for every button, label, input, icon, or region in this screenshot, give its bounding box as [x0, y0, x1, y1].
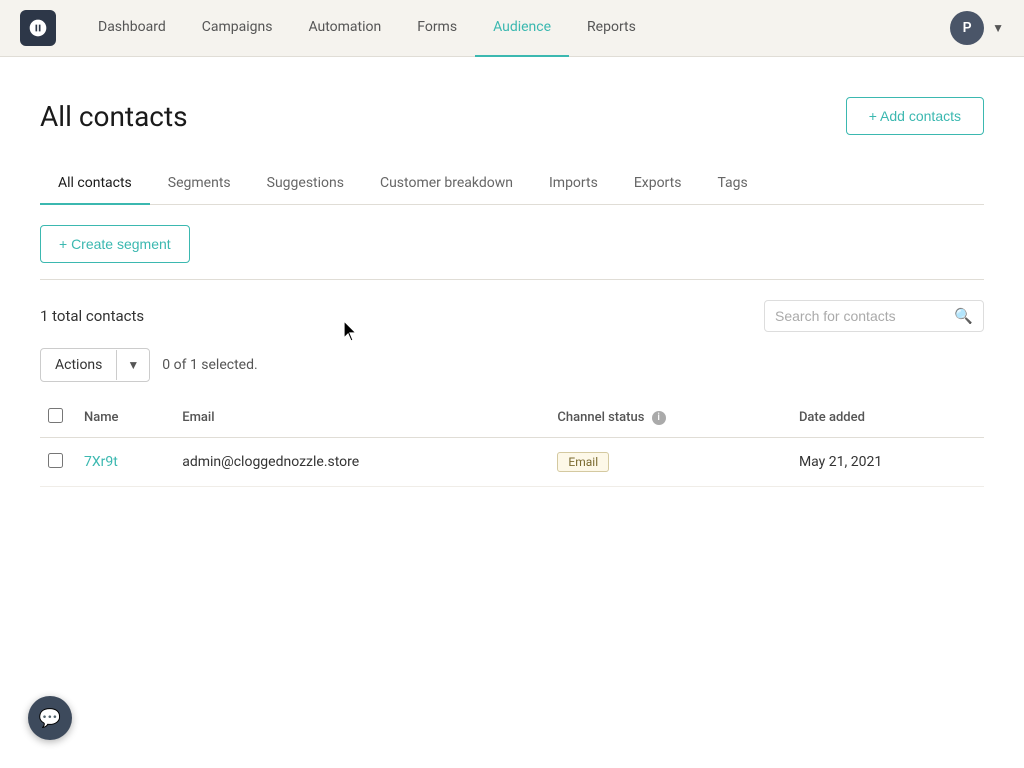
tab-segments[interactable]: Segments	[150, 163, 249, 205]
app-logo[interactable]	[20, 10, 56, 46]
search-box[interactable]: 🔍	[764, 300, 984, 332]
nav-forms[interactable]: Forms	[399, 0, 475, 57]
contacts-count: 1 total contacts	[40, 307, 144, 325]
contacts-table: Name Email Channel status i Date added 7…	[40, 398, 984, 487]
tab-exports[interactable]: Exports	[616, 163, 700, 205]
chat-icon: 💬	[39, 708, 61, 729]
toolbar: + Create segment	[40, 205, 984, 279]
tabs: All contacts Segments Suggestions Custom…	[40, 163, 984, 205]
row-checkbox[interactable]	[48, 453, 63, 468]
select-all-col	[40, 398, 76, 438]
nav-dashboard[interactable]: Dashboard	[80, 0, 184, 57]
nav-reports[interactable]: Reports	[569, 0, 654, 57]
avatar[interactable]: P	[950, 11, 984, 45]
nav-automation[interactable]: Automation	[290, 0, 399, 57]
tab-suggestions[interactable]: Suggestions	[249, 163, 362, 205]
table-header: Name Email Channel status i Date added	[40, 398, 984, 438]
create-segment-button[interactable]: + Create segment	[40, 225, 190, 263]
selected-count: 0 of 1 selected.	[162, 357, 257, 373]
table-row: 7Xr9t admin@cloggednozzle.store Email Ma…	[40, 438, 984, 487]
nav-audience[interactable]: Audience	[475, 0, 569, 57]
search-icon: 🔍	[954, 307, 973, 325]
actions-bar: Actions ▼ 0 of 1 selected.	[40, 348, 984, 382]
select-all-checkbox[interactable]	[48, 408, 63, 423]
row-channel-cell: Email	[549, 438, 791, 487]
search-input[interactable]	[775, 308, 946, 324]
row-checkbox-cell	[40, 438, 76, 487]
tab-all-contacts[interactable]: All contacts	[40, 163, 150, 205]
col-channel-status: Channel status i	[549, 398, 791, 438]
col-name: Name	[76, 398, 174, 438]
tab-customer-breakdown[interactable]: Customer breakdown	[362, 163, 531, 205]
table-body: 7Xr9t admin@cloggednozzle.store Email Ma…	[40, 438, 984, 487]
page-title: All contacts	[40, 100, 188, 133]
tab-tags[interactable]: Tags	[699, 163, 765, 205]
col-email: Email	[174, 398, 549, 438]
add-contacts-button[interactable]: + Add contacts	[846, 97, 984, 135]
contacts-section: 1 total contacts 🔍 Actions ▼ 0 of 1 sele…	[40, 280, 984, 487]
channel-status-info-icon: i	[652, 411, 666, 425]
contact-name-link[interactable]: 7Xr9t	[84, 454, 118, 470]
actions-dropdown: Actions ▼	[40, 348, 150, 382]
avatar-chevron-icon[interactable]: ▼	[992, 21, 1004, 35]
nav-right: P ▼	[950, 11, 1004, 45]
navbar: Dashboard Campaigns Automation Forms Aud…	[0, 0, 1024, 57]
row-date-cell: May 21, 2021	[791, 438, 984, 487]
page-header: All contacts + Add contacts	[40, 97, 984, 135]
tab-imports[interactable]: Imports	[531, 163, 616, 205]
actions-label[interactable]: Actions	[41, 349, 116, 381]
row-email-cell: admin@cloggednozzle.store	[174, 438, 549, 487]
main-content: All contacts + Add contacts All contacts…	[0, 57, 1024, 768]
chat-button[interactable]: 💬	[28, 696, 72, 740]
nav-links: Dashboard Campaigns Automation Forms Aud…	[80, 0, 950, 57]
nav-campaigns[interactable]: Campaigns	[184, 0, 291, 57]
row-name-cell: 7Xr9t	[76, 438, 174, 487]
channel-badge: Email	[557, 452, 609, 472]
actions-chevron-icon[interactable]: ▼	[116, 350, 149, 380]
contacts-header: 1 total contacts 🔍	[40, 300, 984, 332]
col-date-added: Date added	[791, 398, 984, 438]
